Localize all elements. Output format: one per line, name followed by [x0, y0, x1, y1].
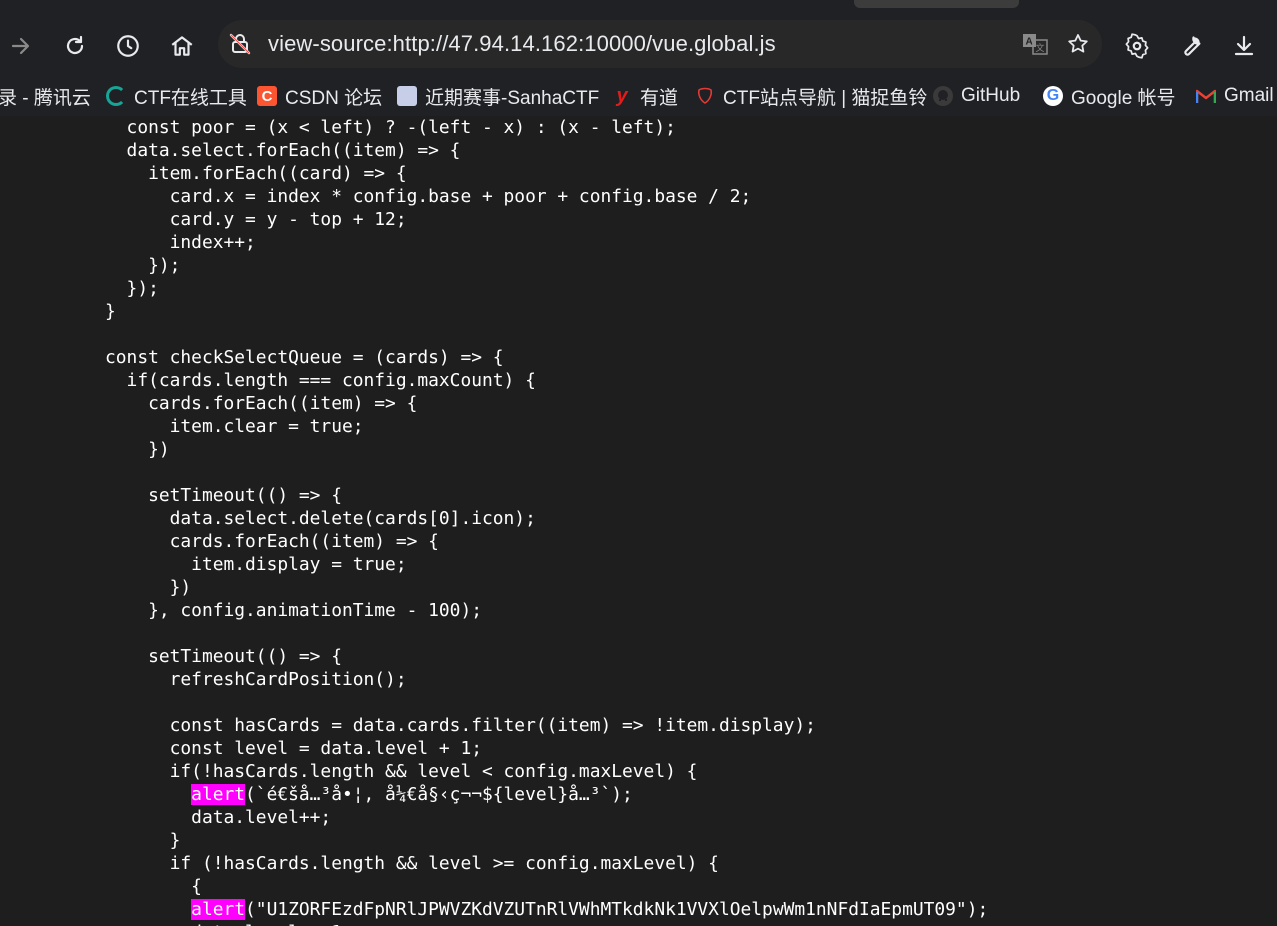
search-highlight: alert — [191, 899, 246, 920]
download-icon[interactable] — [1228, 30, 1260, 62]
bookmark-label: Gmail — [1224, 85, 1274, 106]
url-text[interactable]: view-source:http://47.94.14.162:10000/vu… — [268, 20, 776, 68]
home-icon[interactable] — [166, 30, 198, 62]
bookmark-label: 近期赛事-SanhaCTF — [425, 87, 600, 109]
code-line: const poor = (x < left) ? -(left - x) : … — [105, 117, 676, 138]
code-line: data.select.delete(cards[0].icon); — [105, 508, 536, 529]
bookmark-gmail[interactable]: Gmail — [1196, 76, 1274, 116]
code-line: { — [105, 876, 202, 897]
code-line: const checkSelectQueue = (cards) => { — [105, 347, 504, 368]
code-line: const hasCards = data.cards.filter((item… — [105, 715, 816, 736]
code-line: } — [105, 301, 116, 322]
search-highlight: alert — [191, 784, 246, 805]
code-line: index++; — [105, 232, 256, 253]
code-line: refreshCardPosition(); — [105, 669, 407, 690]
bookmark-csdn[interactable]: C CSDN 论坛 — [257, 76, 382, 116]
code-line: alert(`é€šå…³å•¦, å¼€å§‹ç¬¬${level}å…³`)… — [191, 784, 633, 805]
ctf-tools-icon — [106, 86, 126, 106]
source-code-view: const poor = (x < left) ? -(left - x) : … — [0, 116, 1277, 926]
code-line: } — [105, 830, 181, 851]
bookmark-tencent[interactable]: 录 - 腾讯云 — [0, 76, 91, 116]
bookmark-label: 录 - 腾讯云 — [0, 87, 91, 109]
bookmark-label: CTF站点导航 | 猫捉鱼铃 — [723, 87, 928, 109]
sanhactf-icon — [397, 86, 417, 106]
bookmark-label: 有道 — [640, 87, 679, 109]
tab-strip — [0, 0, 1277, 14]
gear-icon[interactable] — [1121, 30, 1153, 62]
code-line: card.y = y - top + 12; — [105, 209, 407, 230]
code-line: setTimeout(() => { — [105, 485, 342, 506]
address-bar[interactable]: view-source:http://47.94.14.162:10000/vu… — [218, 20, 1102, 68]
code-line: }, config.animationTime - 100); — [105, 600, 482, 621]
svg-text:A: A — [1026, 37, 1033, 48]
bookmark-label: CTF在线工具 — [134, 87, 247, 109]
bookmarks-bar: 录 - 腾讯云 CTF在线工具 C CSDN 论坛 近期赛事-SanhaCTF … — [0, 76, 1277, 116]
svg-text:文: 文 — [1036, 42, 1045, 54]
code-line: if (!hasCards.length && level >= config.… — [105, 853, 719, 874]
code-line: cards.forEach((item) => { — [105, 393, 418, 414]
tab[interactable] — [854, 0, 1019, 8]
code-line: }) — [105, 577, 192, 598]
code-line: item.clear = true; — [105, 416, 364, 437]
code-line: data.select.forEach((item) => { — [105, 140, 461, 161]
code-line: }); — [105, 278, 159, 299]
code-line: data.level = 1; — [105, 921, 353, 926]
wrench-icon[interactable] — [1175, 30, 1207, 62]
youdao-icon: y — [616, 84, 628, 107]
bookmark-github[interactable]: GitHub — [933, 76, 1020, 116]
code-line: }) — [105, 439, 170, 460]
bookmark-sanhactf[interactable]: 近期赛事-SanhaCTF — [397, 76, 599, 116]
bookmark-label: GitHub — [961, 85, 1021, 106]
bookmark-ctf-tools[interactable]: CTF在线工具 — [106, 76, 247, 116]
forward-icon[interactable] — [5, 30, 37, 62]
bookmark-label: Google 帐号 — [1071, 87, 1176, 109]
code-line: item.forEach((card) => { — [105, 163, 407, 184]
bookmark-label: CSDN 论坛 — [285, 87, 383, 109]
github-icon — [933, 86, 953, 106]
not-secure-icon[interactable] — [228, 32, 252, 61]
toolbar: view-source:http://47.94.14.162:10000/vu… — [0, 14, 1277, 76]
code-line: const level = data.level + 1; — [105, 738, 482, 759]
code-line: cards.forEach((item) => { — [105, 531, 439, 552]
code-line: alert("U1ZORFEzdFpNRlJPWVZKdVZUTnRlVWhMT… — [191, 899, 989, 920]
code-line: if(!hasCards.length && level < config.ma… — [105, 761, 698, 782]
code-line: setTimeout(() => { — [105, 646, 342, 667]
code-line: if(cards.length === config.maxCount) { — [105, 370, 536, 391]
ctf-nav-icon — [695, 86, 715, 106]
code-line: data.level++; — [105, 807, 332, 828]
code-line: item.display = true; — [105, 554, 407, 575]
bookmark-youdao[interactable]: y 有道 — [612, 76, 678, 116]
bookmark-google[interactable]: G Google 帐号 — [1043, 76, 1176, 116]
translate-icon[interactable]: A文 — [1022, 32, 1048, 61]
csdn-icon: C — [257, 86, 277, 106]
bookmark-ctf-nav[interactable]: CTF站点导航 | 猫捉鱼铃 — [695, 76, 927, 116]
google-icon: G — [1043, 86, 1063, 106]
code-line: }); — [105, 255, 181, 276]
history-icon[interactable] — [112, 30, 144, 62]
reload-icon[interactable] — [59, 30, 91, 62]
star-icon[interactable] — [1066, 32, 1090, 61]
gmail-icon — [1196, 86, 1216, 106]
code-line: card.x = index * config.base + poor + co… — [105, 186, 752, 207]
